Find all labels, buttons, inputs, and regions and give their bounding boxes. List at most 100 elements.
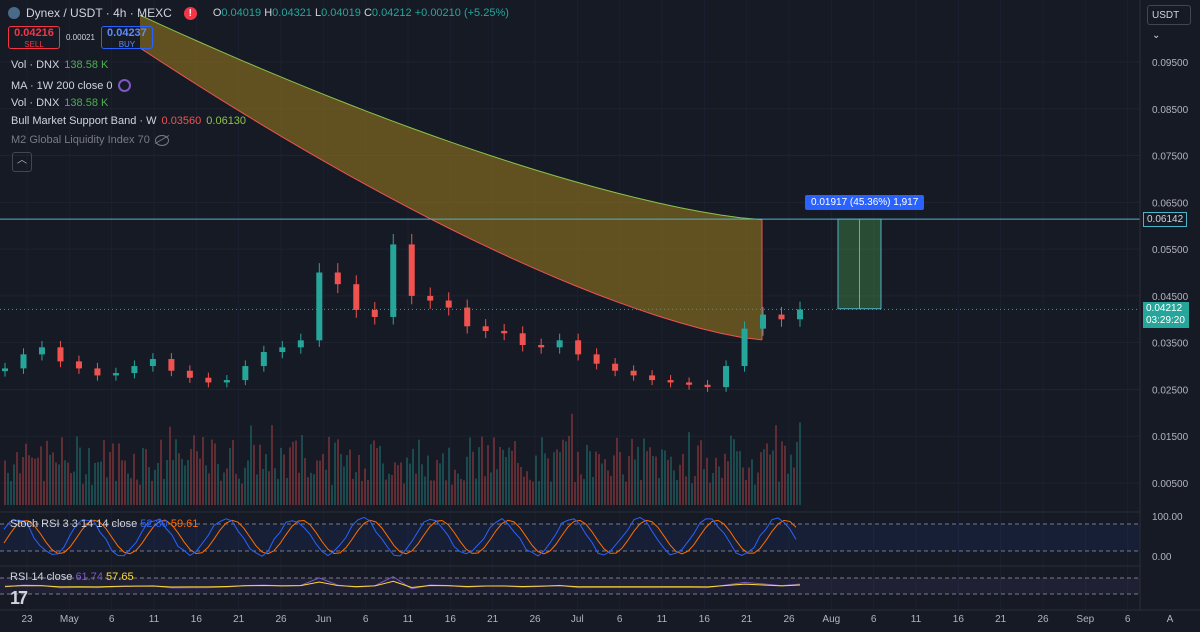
- volume-bar: [328, 436, 330, 505]
- chart-canvas[interactable]: 0.095000.085000.075000.065000.055000.045…: [0, 0, 1200, 632]
- volume-bar: [460, 479, 462, 505]
- volume-bar: [472, 451, 474, 505]
- stoch-k-value: 52.80: [140, 518, 168, 530]
- volume-bar: [43, 481, 45, 505]
- volume-bar: [175, 439, 177, 505]
- volume-bar: [535, 455, 537, 505]
- volume-bar: [736, 451, 738, 505]
- x-tick-label: 6: [871, 614, 877, 625]
- hidden-eye-icon[interactable]: [154, 134, 169, 146]
- indicator-ma[interactable]: MA · 1W 200 close 0: [11, 79, 131, 92]
- volume-bar: [319, 460, 321, 505]
- volume-bar: [163, 478, 165, 505]
- candle-body: [445, 300, 452, 308]
- indicator-bull-band[interactable]: Bull Market Support Band · W 0.03560 0.061…: [11, 115, 246, 127]
- stoch-rsi-label[interactable]: Stoch RSI 3 3 14 14 close 52.80 59.61: [10, 518, 198, 530]
- volume-bar: [643, 438, 645, 505]
- volume-bar: [721, 477, 723, 505]
- volume-bar: [235, 473, 237, 505]
- volume-bar: [661, 449, 663, 505]
- x-tick-label: 11: [911, 614, 922, 625]
- quote-currency-select[interactable]: USDT ⌄: [1147, 5, 1191, 41]
- volume-bar: [682, 453, 684, 505]
- x-tick-label: 26: [529, 614, 541, 625]
- volume-bar: [313, 474, 315, 505]
- c-label: C: [363, 7, 372, 19]
- volume-bar: [694, 476, 696, 505]
- volume-bar: [217, 464, 219, 505]
- volume-bar: [691, 483, 693, 505]
- volume-bar: [625, 481, 627, 505]
- tradingview-logo-icon[interactable]: 17: [10, 588, 28, 609]
- symbol-header[interactable]: Dynex / USDT · 4h · MEXC ! O0.04019 H0.0…: [8, 6, 509, 20]
- volume-bar: [154, 469, 156, 505]
- x-tick-label: 21: [995, 614, 1007, 625]
- volume-bar: [367, 479, 369, 505]
- candle-body: [297, 340, 304, 348]
- volume-bar: [574, 482, 576, 505]
- volume-bar: [451, 484, 453, 505]
- last-price-tag: 0.04212 03:29:20: [1143, 302, 1189, 328]
- volume-bar: [10, 481, 12, 505]
- settings-icon[interactable]: [117, 79, 131, 92]
- collapse-indicators-button[interactable]: ︿: [12, 152, 32, 172]
- dynex-logo-icon: [8, 7, 20, 19]
- volume-bar: [292, 441, 294, 505]
- volume-bar: [100, 461, 102, 505]
- candle-body: [223, 380, 230, 383]
- alert-icon[interactable]: !: [183, 6, 197, 20]
- volume-bar: [445, 480, 447, 505]
- volume-bar: [304, 457, 306, 505]
- volume-bar: [742, 467, 744, 505]
- volume-bar: [475, 478, 477, 505]
- volume-bar: [19, 473, 21, 505]
- candle-body: [112, 373, 119, 376]
- rsi-label[interactable]: RSI 14 close 61.74 57.65: [10, 571, 134, 583]
- volume-bar: [259, 444, 261, 505]
- y-tick-label: 0.08500: [1152, 105, 1189, 116]
- volume-bar: [58, 464, 60, 505]
- volume-bar: [478, 447, 480, 505]
- volume-bar: [280, 447, 282, 505]
- volume-bar: [307, 477, 309, 505]
- volume-bar: [397, 465, 399, 505]
- indicator-name: MA · 1W 200 close 0: [11, 79, 113, 92]
- indicator-vol-2[interactable]: Vol · DNX 138.58 K: [11, 97, 108, 109]
- volume-bar: [409, 463, 411, 505]
- volume-bar: [241, 483, 243, 505]
- volume-bar: [361, 480, 363, 505]
- volume-bar: [583, 479, 585, 505]
- volume-bar: [511, 450, 513, 505]
- x-tick-label: A: [1167, 614, 1174, 625]
- volume-bar: [490, 472, 492, 505]
- volume-bar: [415, 473, 417, 505]
- volume-bar: [697, 445, 699, 505]
- volume-bar: [190, 448, 192, 505]
- sell-button[interactable]: 0.04216 SELL: [8, 26, 60, 49]
- volume-bar: [46, 440, 48, 505]
- indicator-vol-1[interactable]: Vol · DNX 138.58 K: [11, 59, 108, 71]
- volume-bar: [679, 464, 681, 505]
- x-tick-label: 11: [657, 614, 668, 625]
- volume-bar: [211, 439, 213, 505]
- volume-bar: [337, 439, 339, 505]
- y-tick-label: 0.07500: [1152, 152, 1189, 163]
- indicator-m2[interactable]: M2 Global Liquidity Index 70: [11, 134, 169, 146]
- x-tick-label: 6: [363, 614, 369, 625]
- buy-button[interactable]: 0.04237 BUY: [100, 26, 153, 49]
- y-tick-label: 0.06500: [1152, 198, 1189, 209]
- volume-bar: [271, 425, 273, 505]
- volume-bar: [184, 465, 186, 505]
- pair-title[interactable]: Dynex / USDT · 4h · MEXC: [26, 6, 172, 20]
- volume-bar: [793, 467, 795, 505]
- volume-bar: [85, 474, 87, 505]
- candle-body: [334, 272, 341, 285]
- x-tick-label: 6: [109, 614, 115, 625]
- volume-bar: [295, 440, 297, 505]
- volume-bar: [349, 449, 351, 505]
- volume-bar: [652, 456, 654, 505]
- volume-bar: [640, 480, 642, 505]
- y-tick-label: 0.00500: [1152, 479, 1189, 490]
- x-tick-label: 16: [445, 614, 457, 625]
- volume-bar: [22, 456, 24, 505]
